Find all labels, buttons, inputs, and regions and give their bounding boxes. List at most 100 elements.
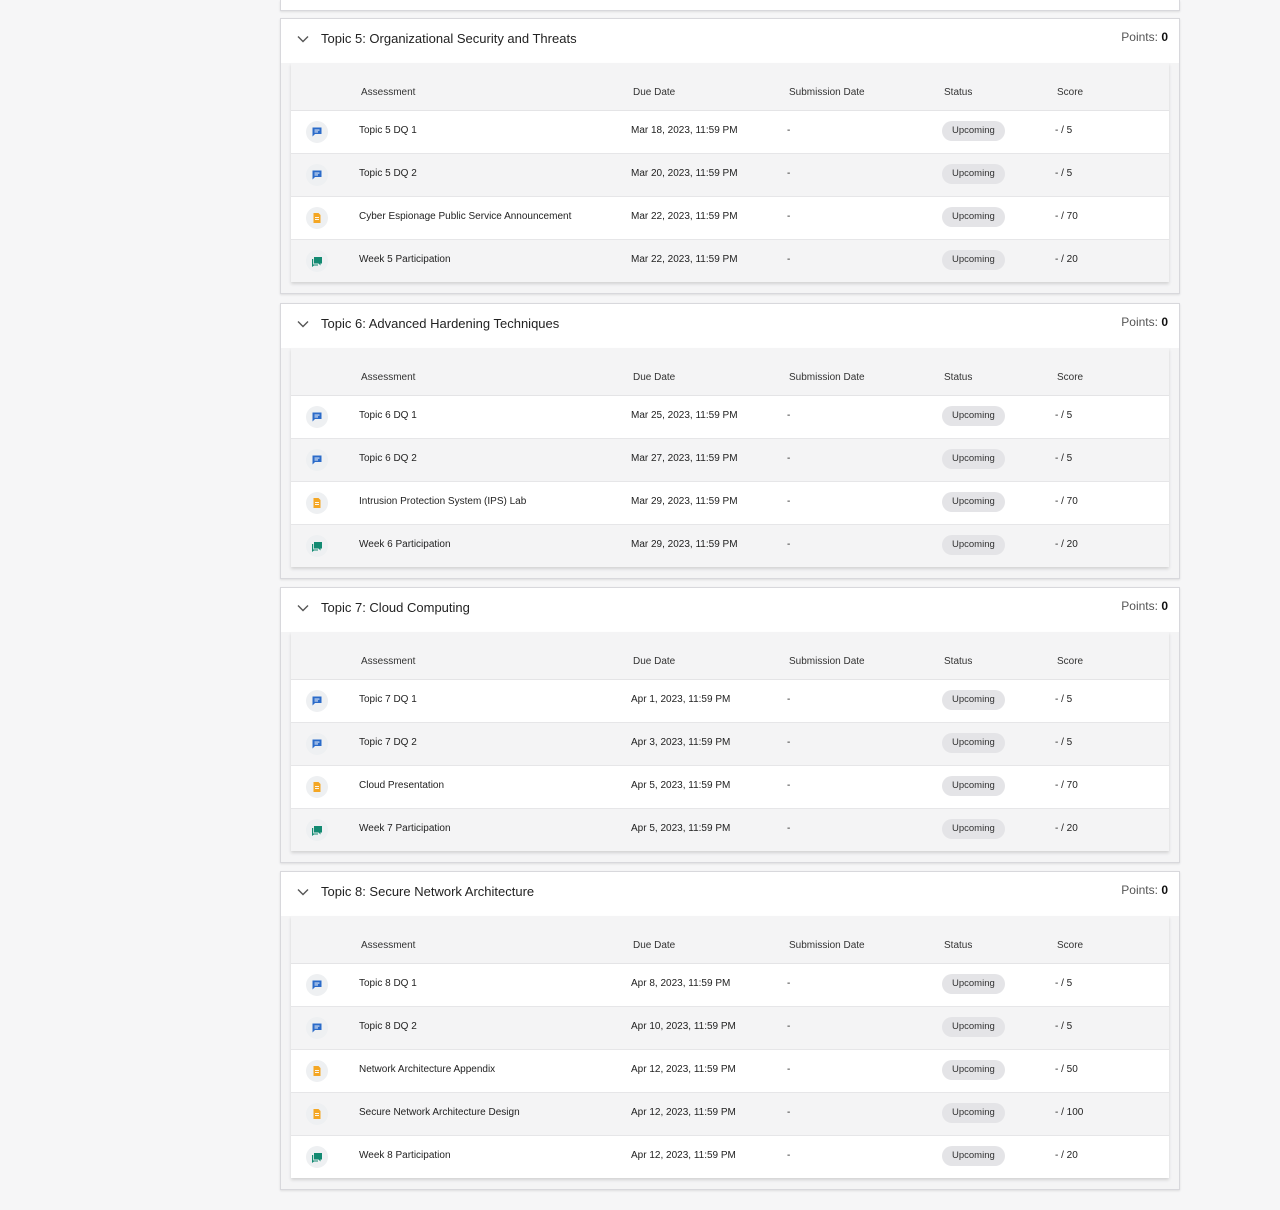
topic-card-8: Topic 8: Secure Network Architecture Poi… [280,871,1180,1190]
assessment-name[interactable]: Week 7 Participation [359,823,451,834]
table-row[interactable]: Secure Network Architecture Design Apr 1… [291,1093,1169,1136]
topic-card-7: Topic 7: Cloud Computing Points: 0 Asses… [280,587,1180,863]
assessment-name[interactable]: Topic 7 DQ 1 [359,694,417,705]
topic-header[interactable]: Topic 6: Advanced Hardening Techniques P… [281,304,1179,348]
assessment-name[interactable]: Intrusion Protection System (IPS) Lab [359,496,526,507]
assessment-table: Assessment Due Date Submission Date Stat… [291,63,1169,282]
topic-card-5: Topic 5: Organizational Security and Thr… [280,18,1180,294]
table-row[interactable]: Intrusion Protection System (IPS) Lab Ma… [291,482,1169,525]
table-row[interactable]: Week 6 Participation Mar 29, 2023, 11:59… [291,525,1169,567]
column-header-submission-date: Submission Date [789,87,865,98]
score: - / 50 [1055,1064,1078,1075]
assessment-name[interactable]: Cloud Presentation [359,780,444,791]
discussion-icon [306,406,328,428]
points-label: Points: [1121,315,1158,329]
assessment-table: Assessment Due Date Submission Date Stat… [291,916,1169,1178]
assignment-icon [306,776,328,798]
assessment-name[interactable]: Topic 6 DQ 1 [359,410,417,421]
table-row[interactable]: Week 7 Participation Apr 5, 2023, 11:59 … [291,809,1169,851]
score: - / 100 [1055,1107,1084,1118]
submission-date: - [787,780,791,791]
points-label: Points: [1121,883,1158,897]
table-row[interactable]: Topic 7 DQ 1 Apr 1, 2023, 11:59 PM - Upc… [291,680,1169,723]
score: - / 70 [1055,211,1078,222]
column-header-status: Status [944,656,973,667]
due-date: Mar 18, 2023, 11:59 PM [631,125,738,136]
participation-icon [306,819,328,841]
table-row[interactable]: Topic 8 DQ 2 Apr 10, 2023, 11:59 PM - Up… [291,1007,1169,1050]
score: - / 5 [1055,453,1073,464]
assessment-name[interactable]: Topic 8 DQ 2 [359,1021,417,1032]
score: - / 70 [1055,496,1078,507]
topic-header[interactable]: Topic 5: Organizational Security and Thr… [281,19,1179,63]
participation-icon [306,1146,328,1168]
submission-date: - [787,694,791,705]
submission-date: - [787,496,791,507]
column-header-score: Score [1057,372,1084,383]
chevron-down-icon[interactable] [297,604,309,612]
table-row[interactable]: Topic 6 DQ 2 Mar 27, 2023, 11:59 PM - Up… [291,439,1169,482]
discussion-icon [306,733,328,755]
table-row[interactable]: Cyber Espionage Public Service Announcem… [291,197,1169,240]
assessment-name[interactable]: Topic 8 DQ 1 [359,978,417,989]
table-row[interactable]: Topic 5 DQ 2 Mar 20, 2023, 11:59 PM - Up… [291,154,1169,197]
table-row[interactable]: Topic 8 DQ 1 Apr 8, 2023, 11:59 PM - Upc… [291,964,1169,1007]
due-date: Apr 12, 2023, 11:59 PM [631,1107,736,1118]
score: - / 5 [1055,125,1073,136]
assessment-table: Assessment Due Date Submission Date Stat… [291,632,1169,851]
topic-title: Topic 6: Advanced Hardening Techniques [321,316,560,331]
topic-title: Topic 7: Cloud Computing [321,600,470,615]
topic-points: Points: 0 [1121,599,1168,613]
assignment-icon [306,1060,328,1082]
assignment-icon [306,207,328,229]
topic-body: Assessment Due Date Submission Date Stat… [281,348,1179,578]
score: - / 20 [1055,823,1078,834]
score: - / 20 [1055,1150,1078,1161]
status-badge: Upcoming [942,974,1005,994]
assessment-name[interactable]: Topic 6 DQ 2 [359,453,417,464]
table-rows: Topic 6 DQ 1 Mar 25, 2023, 11:59 PM - Up… [291,396,1169,567]
assignment-icon [306,1103,328,1125]
participation-icon [306,535,328,557]
submission-date: - [787,823,791,834]
chevron-down-icon[interactable] [297,888,309,896]
points-value: 0 [1161,599,1168,613]
points-label: Points: [1121,30,1158,44]
column-header-score: Score [1057,87,1084,98]
status-badge: Upcoming [942,492,1005,512]
table-header: Assessment Due Date Submission Date Stat… [291,348,1169,396]
chevron-down-icon[interactable] [297,320,309,328]
table-row[interactable]: Topic 5 DQ 1 Mar 18, 2023, 11:59 PM - Up… [291,111,1169,154]
score: - / 5 [1055,1021,1073,1032]
table-row[interactable]: Network Architecture Appendix Apr 12, 20… [291,1050,1169,1093]
topic-header[interactable]: Topic 8: Secure Network Architecture Poi… [281,872,1179,916]
assessment-name[interactable]: Topic 7 DQ 2 [359,737,417,748]
assessment-name[interactable]: Week 5 Participation [359,254,451,265]
due-date: Apr 5, 2023, 11:59 PM [631,823,731,834]
assessment-name[interactable]: Week 8 Participation [359,1150,451,1161]
assessment-name[interactable]: Cyber Espionage Public Service Announcem… [359,211,571,222]
column-header-due-date: Due Date [633,372,676,383]
assessment-name[interactable]: Secure Network Architecture Design [359,1107,520,1118]
assessment-name[interactable]: Topic 5 DQ 1 [359,125,417,136]
column-header-score: Score [1057,940,1084,951]
topic-card-6: Topic 6: Advanced Hardening Techniques P… [280,303,1180,579]
assessment-name[interactable]: Network Architecture Appendix [359,1064,495,1075]
assessment-name[interactable]: Week 6 Participation [359,539,451,550]
score: - / 20 [1055,539,1078,550]
chevron-down-icon[interactable] [297,35,309,43]
assessment-name[interactable]: Topic 5 DQ 2 [359,168,417,179]
table-row[interactable]: Week 5 Participation Mar 22, 2023, 11:59… [291,240,1169,282]
due-date: Apr 3, 2023, 11:59 PM [631,737,731,748]
submission-date: - [787,737,791,748]
table-row[interactable]: Week 8 Participation Apr 12, 2023, 11:59… [291,1136,1169,1178]
score: - / 5 [1055,737,1073,748]
points-value: 0 [1161,315,1168,329]
status-badge: Upcoming [942,164,1005,184]
topic-header[interactable]: Topic 7: Cloud Computing Points: 0 [281,588,1179,632]
table-row[interactable]: Topic 7 DQ 2 Apr 3, 2023, 11:59 PM - Upc… [291,723,1169,766]
status-badge: Upcoming [942,121,1005,141]
table-row[interactable]: Topic 6 DQ 1 Mar 25, 2023, 11:59 PM - Up… [291,396,1169,439]
previous-topic-card-edge [280,0,1180,11]
table-row[interactable]: Cloud Presentation Apr 5, 2023, 11:59 PM… [291,766,1169,809]
